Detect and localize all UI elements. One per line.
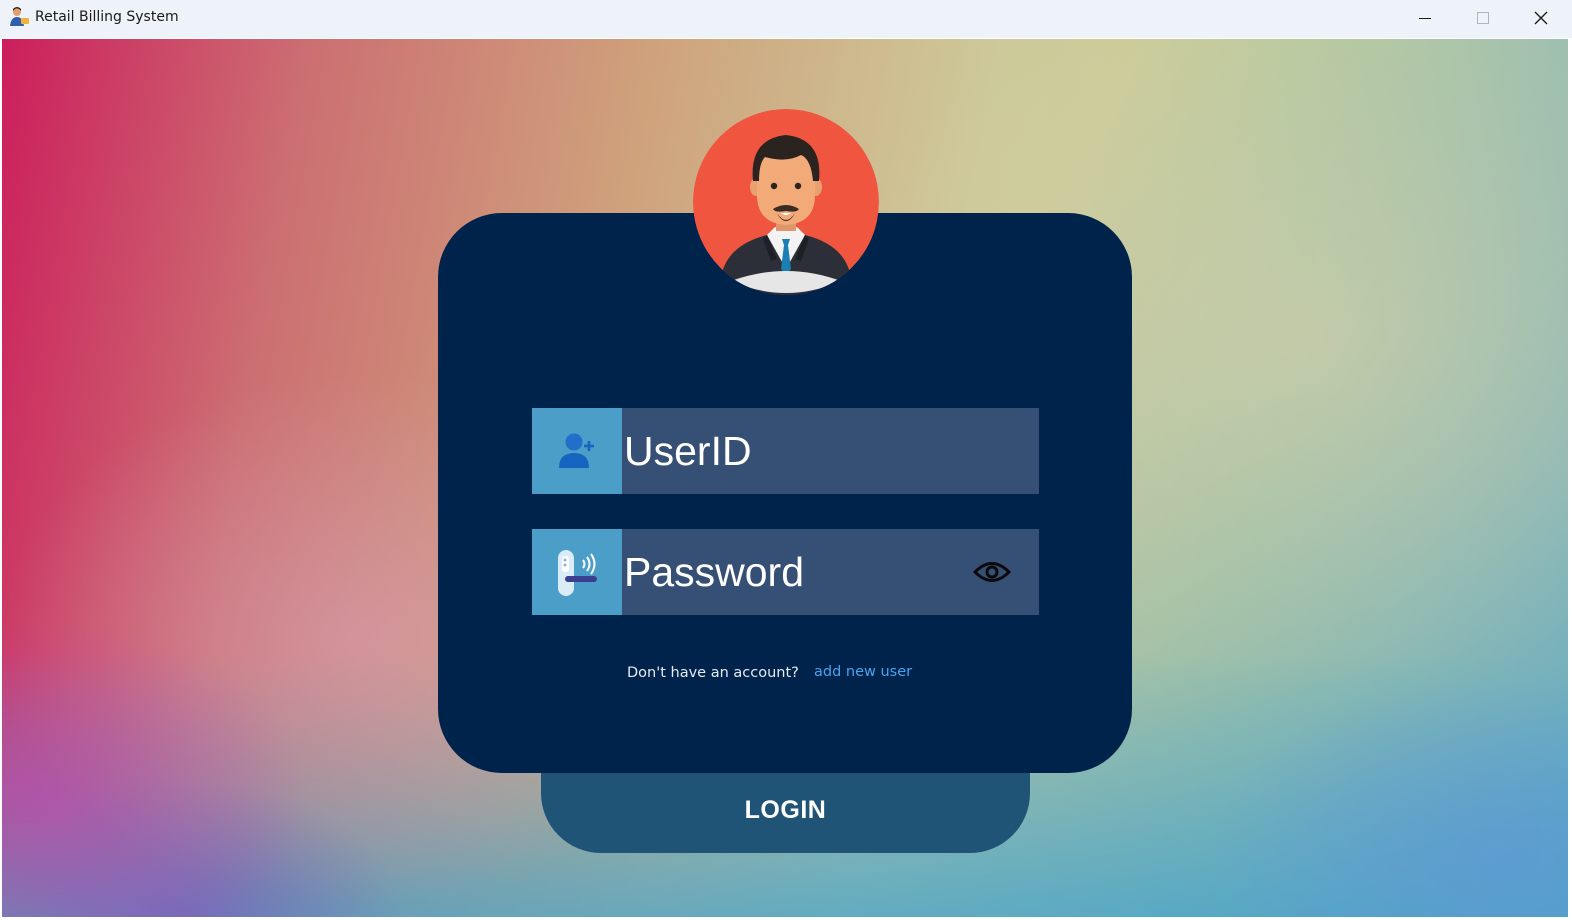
signup-prompt: Don't have an account? [627,665,799,681]
password-field [532,529,1039,615]
login-button-label: LOGIN [744,796,827,824]
title-bar[interactable]: Retail Billing System [0,0,1572,38]
minimize-icon [1419,18,1431,19]
userid-icon-box [532,408,622,494]
close-button[interactable] [1512,0,1570,36]
password-icon-box [532,529,622,615]
businessman-avatar-icon [693,109,879,295]
add-user-icon [559,433,594,468]
userid-field [532,408,1039,494]
add-new-user-link[interactable]: add new user [814,664,912,680]
userid-input[interactable] [624,408,964,494]
show-password-toggle[interactable] [972,552,1012,592]
maximize-button[interactable] [1454,0,1512,36]
password-input[interactable] [624,529,964,615]
close-icon [1534,11,1548,25]
door-lock-icon [558,550,597,596]
minimize-button[interactable] [1396,0,1454,36]
app-window: Retail Billing System LOGIN UserID Don't… [0,0,1572,920]
app-logo-icon [8,6,30,28]
window-title: Retail Billing System [35,9,179,25]
maximize-icon [1477,12,1489,24]
eye-icon [973,562,1011,582]
